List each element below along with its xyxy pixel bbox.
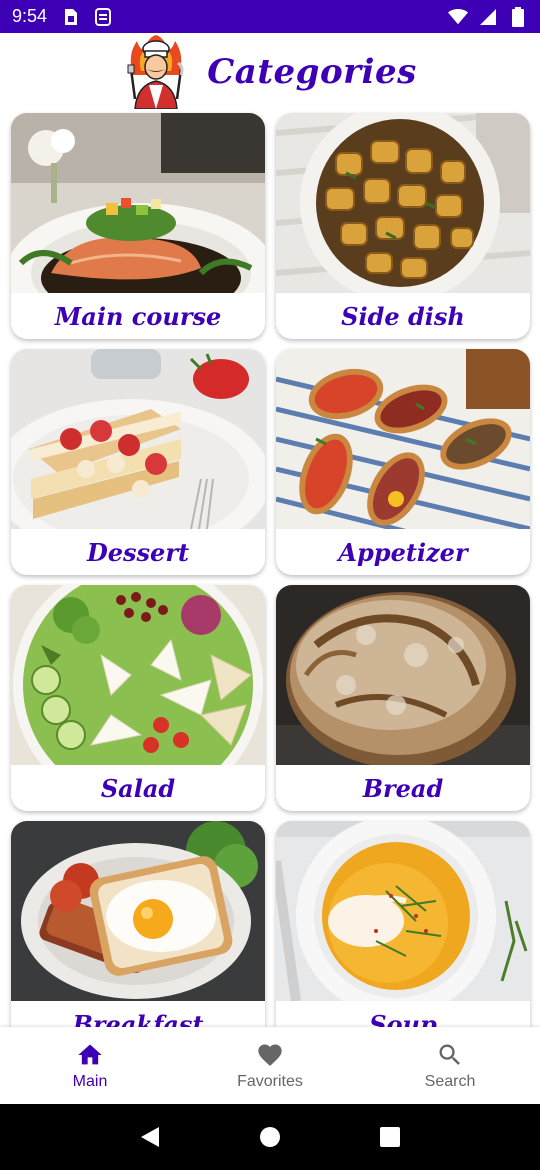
category-card-breakfast[interactable]: Breakfast	[11, 821, 265, 1027]
category-label: Soup	[369, 1009, 437, 1028]
main-course-image	[11, 113, 265, 293]
home-icon	[78, 1044, 102, 1064]
category-card-appetizer[interactable]: Appetizer	[276, 349, 530, 575]
wifi-icon	[448, 7, 468, 27]
category-label: Side dish	[341, 301, 465, 331]
nav-item-search[interactable]: Search	[360, 1027, 540, 1104]
status-time: 9:54	[12, 6, 48, 26]
category-card-soup[interactable]: Soup	[276, 821, 530, 1027]
nav-label: Main	[72, 1072, 108, 1090]
bread-image	[276, 585, 530, 765]
category-grid[interactable]: Main course Side dish Dessert Appetizer …	[0, 111, 540, 1027]
nav-label: Favorites	[237, 1072, 303, 1090]
back-icon[interactable]	[138, 1125, 162, 1149]
category-label: Salad	[100, 773, 176, 803]
category-label: Main course	[54, 301, 222, 331]
category-label: Dessert	[86, 537, 190, 567]
system-navigation-bar	[0, 1104, 540, 1170]
category-card-dessert[interactable]: Dessert	[11, 349, 265, 575]
dessert-image	[11, 349, 265, 529]
chef-logo	[127, 35, 184, 109]
search-icon	[439, 1044, 460, 1065]
soup-image	[276, 821, 530, 1001]
home-circle-icon[interactable]	[258, 1125, 282, 1149]
category-card-bread[interactable]: Bread	[276, 585, 530, 811]
sim-card-icon	[61, 7, 81, 27]
status-bar: 9:54	[0, 0, 540, 33]
side-dish-image	[276, 113, 530, 293]
recents-icon[interactable]	[378, 1125, 402, 1149]
appetizer-image	[276, 349, 530, 529]
app-header: Categories	[0, 33, 540, 111]
salad-image	[11, 585, 265, 765]
signal-icon	[478, 7, 498, 27]
category-card-main-course[interactable]: Main course	[11, 113, 265, 339]
nav-item-main[interactable]: Main	[0, 1027, 180, 1104]
page-title: Categories	[207, 52, 417, 92]
nav-item-favorites[interactable]: Favorites	[180, 1027, 360, 1104]
breakfast-image	[11, 821, 265, 1001]
category-label: Bread	[362, 773, 444, 803]
bottom-navigation: Main Favorites Search	[0, 1027, 540, 1104]
storage-icon	[93, 7, 113, 27]
category-card-side-dish[interactable]: Side dish	[276, 113, 530, 339]
category-card-salad[interactable]: Salad	[11, 585, 265, 811]
battery-icon	[508, 6, 528, 27]
category-label: Appetizer	[338, 537, 468, 567]
heart-icon	[258, 1044, 282, 1066]
nav-label: Search	[424, 1072, 476, 1090]
category-label: Breakfast	[72, 1009, 204, 1028]
